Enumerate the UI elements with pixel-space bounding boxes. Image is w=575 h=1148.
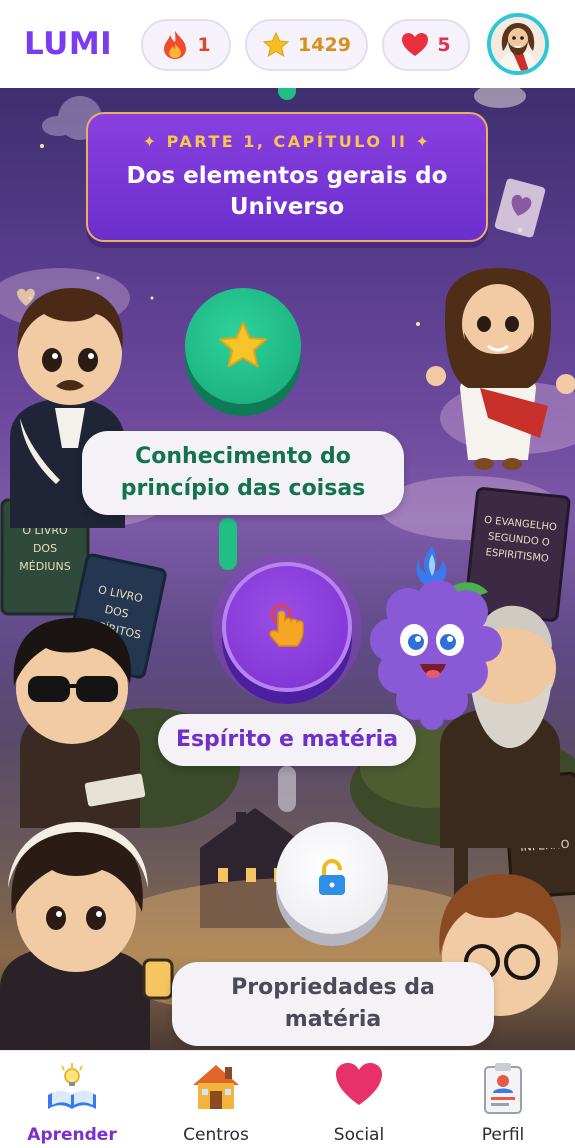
- nav-item-perfil[interactable]: Perfil: [433, 1051, 573, 1148]
- nav-label-social: Social: [333, 1125, 385, 1145]
- path-connector-mid: [219, 518, 237, 570]
- svg-text:DOS: DOS: [33, 542, 57, 555]
- lesson-1-line2: princípio das coisas: [120, 476, 366, 501]
- id-card-icon: [484, 1063, 522, 1114]
- heart-icon: [402, 33, 429, 56]
- lesson-node-locked[interactable]: [276, 822, 388, 934]
- nav-item-centros[interactable]: Centros: [146, 1051, 286, 1148]
- house-icon: [193, 1065, 239, 1109]
- stars-value: 1429: [298, 34, 351, 56]
- nav-item-aprender[interactable]: Aprender: [2, 1051, 142, 1148]
- heart-card: [494, 178, 546, 238]
- character-sunglasses: [13, 618, 146, 828]
- nav-label-centros: Centros: [183, 1125, 249, 1145]
- chapter-title-line2: Universo: [229, 194, 345, 220]
- lives-counter[interactable]: 5: [382, 19, 470, 71]
- chapter-title-line1: Dos elementos gerais do: [126, 163, 448, 189]
- lesson-3-line2: matéria: [284, 1007, 382, 1032]
- lesson-node-completed[interactable]: [185, 288, 301, 404]
- stars-counter[interactable]: 1429: [245, 19, 368, 71]
- lock-icon: [319, 858, 345, 895]
- learning-path-scene[interactable]: O LIVRO DOS MÉDIUNS O LIVRO DOS ESPÍRITO…: [0, 88, 575, 1050]
- svg-text:MÉDIUNS: MÉDIUNS: [19, 560, 70, 573]
- dove-top-right: [474, 88, 526, 108]
- nav-item-social[interactable]: Social: [289, 1051, 429, 1148]
- grape-mascot: [370, 546, 502, 730]
- streak-counter[interactable]: 1: [141, 19, 231, 71]
- flame-icon: [164, 31, 187, 59]
- lesson-1-line1: Conhecimento do: [135, 444, 351, 469]
- jesus-avatar: [491, 17, 545, 71]
- lives-value: 5: [437, 34, 451, 56]
- lesson-label-completed[interactable]: Conhecimento do princípio das coisas: [82, 431, 404, 515]
- nav-label-aprender: Aprender: [27, 1125, 117, 1145]
- app-logo: LUMI: [24, 26, 113, 62]
- star-icon: [219, 322, 267, 368]
- lesson-3-line1: Propriedades da: [231, 975, 435, 1000]
- streak-value: 1: [197, 34, 211, 56]
- chapter-banner: ✦ PARTE 1, CAPÍTULO II ✦ Dos elementos g…: [86, 112, 488, 242]
- profile-avatar[interactable]: [487, 13, 549, 75]
- nav-label-perfil: Perfil: [481, 1125, 525, 1145]
- top-bar: LUMI 1 1429 5: [0, 0, 575, 88]
- chapter-title: Dos elementos gerais do Universo: [88, 161, 486, 223]
- book-lightbulb-icon: [48, 1063, 96, 1109]
- heart-icon: [336, 1063, 382, 1105]
- lesson-node-current[interactable]: [222, 562, 352, 692]
- path-connector-low: [278, 766, 296, 812]
- tap-hand-icon: [269, 603, 304, 647]
- lesson-label-locked[interactable]: Propriedades da matéria: [172, 962, 494, 1046]
- chapter-kicker: ✦ PARTE 1, CAPÍTULO II ✦: [142, 132, 432, 151]
- bottom-nav: Aprender Centros Social Perfil: [0, 1050, 575, 1148]
- star-icon: [262, 31, 290, 58]
